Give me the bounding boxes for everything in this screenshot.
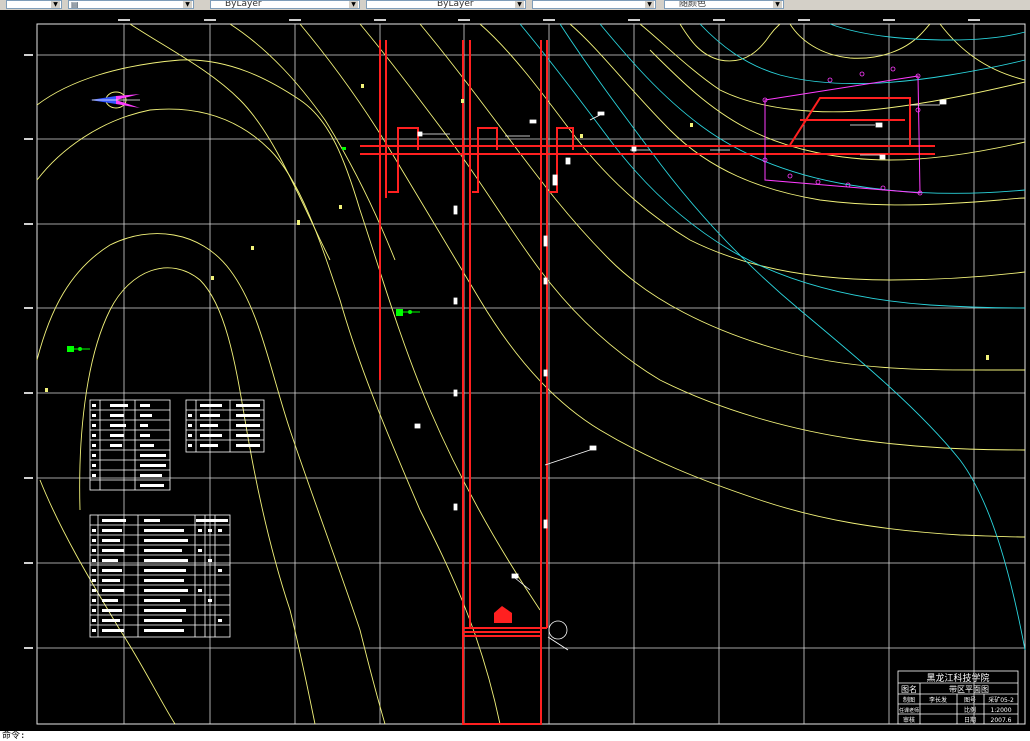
layer-combo[interactable]: ▼ xyxy=(6,0,62,9)
chevron-down-icon[interactable]: ▼ xyxy=(645,1,654,8)
linetype-combo[interactable]: ByLayer ▼ xyxy=(366,0,526,9)
color-combo[interactable]: ByLayer ▼ xyxy=(210,0,360,9)
row2-c3: 比例 xyxy=(964,706,976,714)
lineweight-combo[interactable]: ▼ xyxy=(532,0,656,9)
chevron-down-icon[interactable]: ▼ xyxy=(51,1,60,8)
command-prompt: 命令: xyxy=(2,731,26,741)
chevron-down-icon[interactable]: ▼ xyxy=(515,1,524,8)
drawing-name: 带区平面图 xyxy=(949,685,989,694)
row3-c3: 日期 xyxy=(964,716,976,724)
institute-name: 黑龙江科技学院 xyxy=(926,672,989,684)
combo-value: ByLayer xyxy=(225,0,262,9)
drawing-canvas[interactable]: 黑龙江科技学院 图名 带区平面图 制图 李长发 图号 采矿05-2 任课老师 比… xyxy=(0,10,1030,731)
row1-c3: 图号 xyxy=(964,697,976,704)
chevron-down-icon[interactable]: ▼ xyxy=(349,1,358,8)
drawing-name-label: 图名 xyxy=(901,684,917,694)
row2-c4: 1:2000 xyxy=(990,707,1011,714)
row2-c1: 任课老师 xyxy=(899,707,919,714)
plotstyle-combo[interactable]: 随颜色 ▼ xyxy=(664,0,784,9)
layer-state-combo[interactable]: ▤ ▼ xyxy=(68,0,194,9)
row1-c1: 制图 xyxy=(903,696,915,704)
combo-value: ByLayer xyxy=(437,0,474,9)
row1-c4: 采矿05-2 xyxy=(988,696,1014,704)
row3-c4: 2007.6 xyxy=(991,717,1012,724)
chevron-down-icon[interactable]: ▼ xyxy=(183,1,192,8)
row3-c1: 审核 xyxy=(903,716,915,724)
chevron-down-icon[interactable]: ▼ xyxy=(773,1,782,8)
row1-c2: 李长发 xyxy=(929,696,947,704)
combo-value: 随颜色 xyxy=(679,0,707,9)
command-line[interactable]: 命令: xyxy=(0,731,1030,741)
layer-icon: ▤ xyxy=(71,0,79,9)
